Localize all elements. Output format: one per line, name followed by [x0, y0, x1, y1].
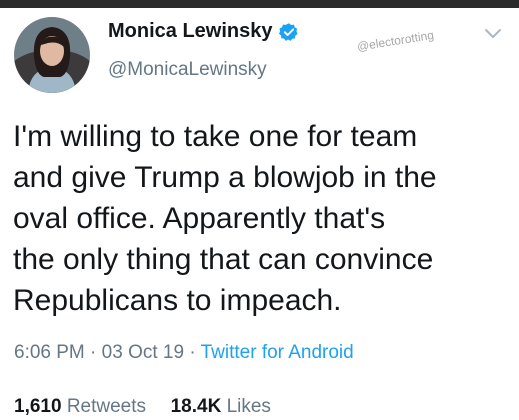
tweet-text: I'm willing to take one for team and giv… — [13, 120, 437, 317]
avatar-image — [14, 17, 90, 93]
retweets-count[interactable]: 1,610 — [14, 396, 62, 417]
tweet-time[interactable]: 6:06 PM — [14, 342, 85, 363]
author-name-row: Monica Lewinsky — [108, 20, 299, 43]
meta-separator: · — [189, 342, 196, 363]
retweets-label[interactable]: Retweets — [67, 396, 146, 417]
tweet-stats: 1,610 Retweets 18.4K Likes — [14, 396, 271, 418]
top-band — [0, 0, 519, 8]
verified-badge-icon — [278, 22, 297, 41]
tweet-source-link[interactable]: Twitter for Android — [201, 342, 354, 363]
watermark: @electorotting — [356, 27, 435, 54]
likes-label[interactable]: Likes — [227, 396, 271, 417]
author-handle[interactable]: @MonicaLewinsky — [108, 59, 267, 81]
meta-separator: · — [90, 342, 97, 363]
likes-count[interactable]: 18.4K — [171, 396, 222, 417]
author-display-name[interactable]: Monica Lewinsky — [108, 20, 273, 43]
avatar[interactable] — [14, 17, 90, 93]
tweet-date[interactable]: 03 Oct 19 — [102, 342, 184, 363]
chevron-down-icon[interactable] — [482, 22, 504, 44]
tweet-meta: 6:06 PM · 03 Oct 19 · Twitter for Androi… — [14, 342, 354, 364]
